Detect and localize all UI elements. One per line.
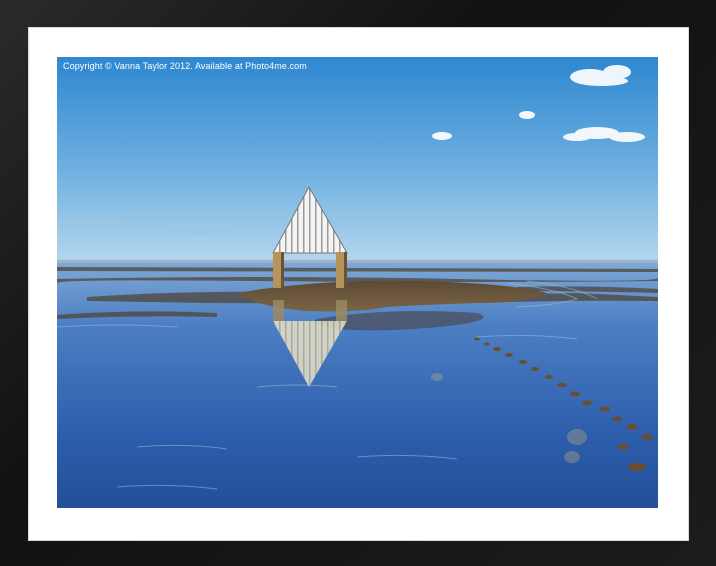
copyright-watermark: Copyright © Vanna Taylor 2012. Available… <box>63 61 307 71</box>
sky <box>57 57 658 262</box>
beach-photo: Copyright © Vanna Taylor 2012. Available… <box>57 57 658 508</box>
picture-frame: Copyright © Vanna Taylor 2012. Available… <box>0 0 716 566</box>
beach-scene <box>57 57 658 508</box>
